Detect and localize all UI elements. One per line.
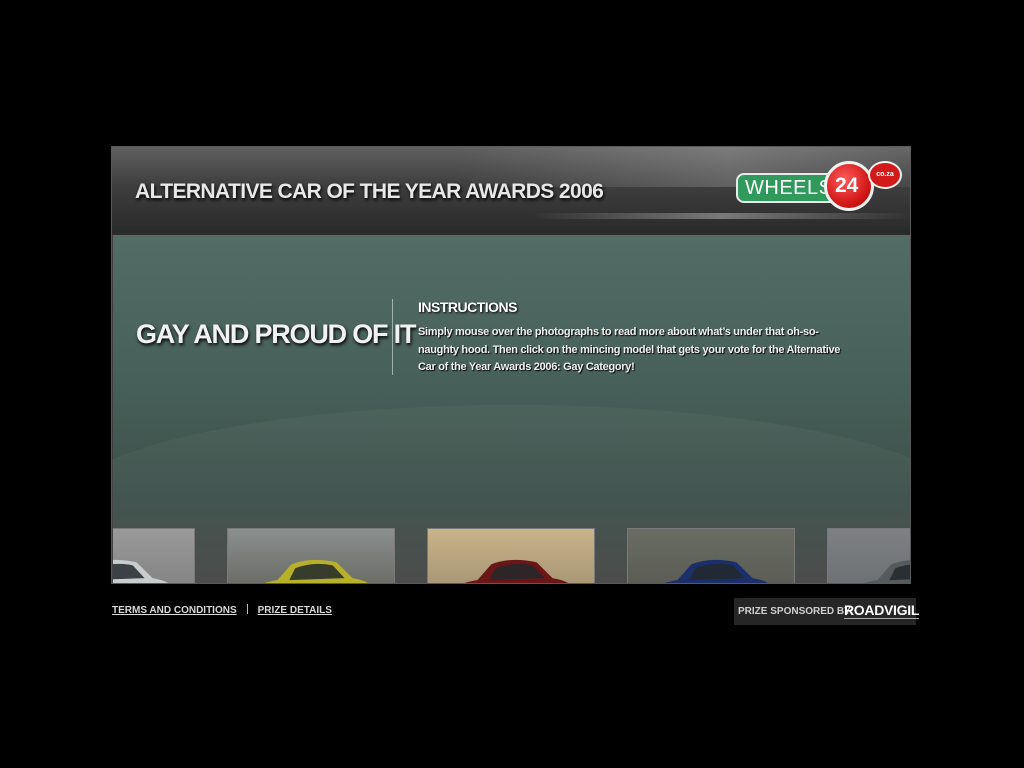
car-carousel bbox=[113, 528, 910, 583]
yellow-hatchback-photo bbox=[228, 529, 394, 583]
header-bar: ALTERNATIVE CAR OF THE YEAR AWARDS 2006 … bbox=[112, 147, 910, 235]
car-photo-1[interactable] bbox=[113, 528, 195, 583]
wheels24-logo[interactable]: WHEELS 24 co.za bbox=[736, 159, 904, 215]
logo-suffix: co.za bbox=[868, 161, 902, 189]
logo-word: WHEELS bbox=[745, 177, 833, 199]
divider bbox=[392, 299, 393, 375]
silver-coupe-photo bbox=[113, 529, 194, 583]
car-photo-4[interactable] bbox=[627, 528, 795, 583]
car-photo-3[interactable] bbox=[427, 528, 595, 583]
car-photo-2[interactable] bbox=[227, 528, 395, 583]
sponsor-label: PRIZE SPONSORED BY bbox=[738, 606, 851, 617]
sponsor-badge[interactable]: PRIZE SPONSORED BY ROADVIGIL bbox=[734, 598, 920, 625]
awards-frame: ALTERNATIVE CAR OF THE YEAR AWARDS 2006 … bbox=[111, 146, 911, 584]
instructions-heading: INSTRUCTIONS bbox=[418, 299, 518, 315]
car-photo-5[interactable] bbox=[827, 528, 910, 583]
blue-sports-car-photo bbox=[628, 529, 794, 583]
logo-number: 24 bbox=[835, 174, 859, 197]
content-panel: GAY AND PROUD OF IT INSTRUCTIONS Simply … bbox=[112, 235, 910, 583]
category-title: GAY AND PROUD OF IT bbox=[136, 319, 416, 349]
instructions-text: Simply mouse over the photographs to rea… bbox=[418, 326, 841, 373]
terms-link[interactable]: TERMS AND CONDITIONS bbox=[112, 605, 237, 616]
red-sedan-photo bbox=[428, 529, 594, 583]
grey-hatchback-photo bbox=[828, 529, 910, 583]
page-title: ALTERNATIVE CAR OF THE YEAR AWARDS 2006 bbox=[135, 180, 604, 203]
footer-links: TERMS AND CONDITIONS PRIZE DETAILS bbox=[112, 604, 332, 616]
prize-details-link[interactable]: PRIZE DETAILS bbox=[258, 605, 332, 616]
sponsor-brand: ROADVIGIL bbox=[844, 602, 920, 619]
link-separator bbox=[246, 604, 248, 614]
